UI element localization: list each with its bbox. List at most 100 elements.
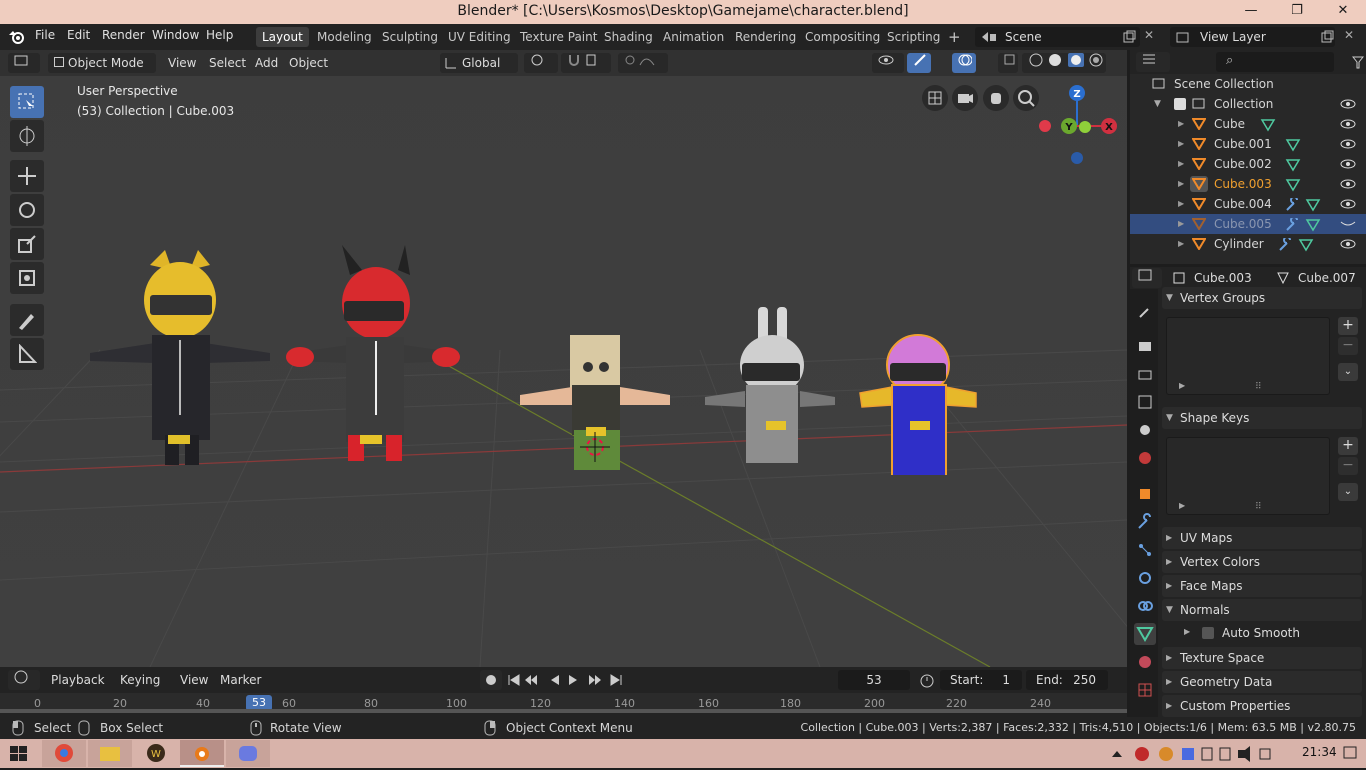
timeline-editor-type-button[interactable] [8,670,40,690]
record-button[interactable] [480,670,502,690]
outliner-item[interactable]: ▶ Cube.001 [1130,134,1366,154]
character-cat[interactable] [90,250,270,465]
tab-compositing[interactable]: Compositing [799,27,886,47]
wrench-modifier-icon[interactable] [1278,238,1292,252]
outliner-item[interactable]: ▶ Cube.004 [1130,194,1366,214]
mode-selector[interactable]: Object Mode [48,53,156,73]
eye-icon[interactable] [1340,98,1356,110]
eye-icon[interactable] [1340,138,1356,150]
viewport-menu-select[interactable]: Select [203,53,252,73]
taskbar-explorer[interactable] [88,740,132,767]
windows-start-icon[interactable] [10,746,28,762]
taskbar-discord[interactable] [226,740,270,767]
snap-button[interactable] [561,53,611,73]
timeline-menu-view[interactable]: View [174,670,214,690]
panel-normals[interactable]: ▼ Normals [1162,599,1362,621]
tool-cursor[interactable] [10,120,44,152]
minimize-button[interactable]: — [1228,0,1274,24]
outliner-item[interactable]: ▶ Cube.002 [1130,154,1366,174]
viewport-menu-view[interactable]: View [162,53,202,73]
tab-modeling[interactable]: Modeling [311,27,378,47]
eye-icon[interactable] [1340,158,1356,170]
navigation-gizmo[interactable]: Z Y X [1035,82,1121,168]
tab-physics[interactable] [1134,567,1156,589]
wrench-modifier-icon[interactable] [1285,218,1299,232]
menu-render[interactable]: Render [102,28,145,42]
scene-selector[interactable]: Scene [975,27,1140,47]
gizmo-toggle-button[interactable] [907,53,931,73]
menu-window[interactable]: Window [152,28,199,42]
panel-geometry-data[interactable]: ▶ Geometry Data [1162,671,1362,693]
panel-custom-properties[interactable]: ▶ Custom Properties [1162,695,1362,717]
taskbar-app[interactable]: W [134,740,178,767]
outliner-item[interactable]: ▶ Cylinder [1130,234,1366,254]
eye-icon[interactable] [1340,198,1356,210]
collection-expand-icon[interactable]: ▼ [1154,94,1161,114]
tab-mesh-data[interactable] [1134,623,1156,645]
viewport-menu-add[interactable]: Add [249,53,284,73]
eye-icon[interactable] [1340,118,1356,130]
taskbar-chrome[interactable] [42,740,86,767]
tool-transform[interactable] [10,262,44,294]
toggle-ortho-button[interactable] [922,85,948,111]
tab-scripting[interactable]: Scripting [881,27,946,47]
tool-annotate[interactable] [10,304,44,336]
eye-closed-icon[interactable] [1340,218,1356,230]
tool-scale[interactable] [10,228,44,260]
outliner-item-selected[interactable]: ▶ Cube.005 [1130,214,1366,234]
close-scene-icon[interactable]: ✕ [1144,28,1154,42]
new-scene-icon[interactable] [1122,30,1136,44]
mesh-data-icon[interactable] [1305,218,1321,232]
panel-texture-space[interactable]: ▶ Texture Space [1162,647,1362,669]
camera-view-button[interactable] [952,85,978,111]
mesh-data-icon[interactable] [1298,238,1314,252]
remove-shape-key-button[interactable]: − [1338,457,1358,475]
outliner-item-active[interactable]: ▶ Cube.003 [1130,174,1366,194]
taskbar-blender[interactable] [180,740,224,767]
vertex-groups-list[interactable]: ▶ ⠿ [1166,317,1330,395]
character-models[interactable] [80,245,990,475]
properties-editor-type-button[interactable] [1132,268,1162,288]
timeline-menu-keying[interactable]: Keying [114,670,166,690]
end-frame-field[interactable]: End: 250 [1026,670,1108,690]
expand-icon[interactable]: ▶ [1178,194,1184,214]
remove-vertex-group-button[interactable]: − [1338,337,1358,355]
menu-file[interactable]: File [35,28,55,42]
pivot-point-button[interactable] [524,53,558,73]
menu-help[interactable]: Help [206,28,233,42]
mesh-data-icon[interactable] [1305,198,1321,212]
add-workspace-button[interactable]: + [942,27,967,47]
tab-object[interactable] [1134,483,1156,505]
notifications-icon[interactable] [1342,745,1358,761]
panel-shape-keys[interactable]: ▼ Shape Keys [1162,407,1362,429]
eye-icon[interactable] [1340,178,1356,190]
timeline-scrollbar[interactable] [0,709,1127,713]
outliner-search[interactable] [1216,52,1334,72]
add-shape-key-button[interactable]: + [1338,437,1358,455]
filter-icon[interactable] [1352,56,1364,70]
tab-shading[interactable]: Shading [598,27,659,47]
list-expand-icon[interactable]: ▶ [1179,381,1185,390]
tab-modifiers[interactable] [1134,511,1156,533]
outliner-collection[interactable]: ▼ Collection [1130,94,1366,114]
3d-cursor-icon[interactable] [580,432,610,462]
tab-tool[interactable] [1134,301,1156,323]
tab-texture-paint[interactable]: Texture Paint [514,27,603,47]
tab-scene[interactable] [1134,419,1156,441]
add-vertex-group-button[interactable]: + [1338,317,1358,335]
visibility-selector[interactable] [872,53,904,73]
tab-uv-editing[interactable]: UV Editing [442,27,517,47]
tab-layout[interactable]: Layout [256,27,309,47]
xray-toggle-button[interactable] [998,53,1018,73]
character-bunny[interactable] [705,307,835,463]
tab-particles[interactable] [1134,539,1156,561]
close-button[interactable]: ✕ [1320,0,1366,24]
wrench-modifier-icon[interactable] [1285,198,1299,212]
panel-vertex-colors[interactable]: ▶ Vertex Colors [1162,551,1362,573]
tab-render[interactable] [1134,335,1156,357]
outliner-item[interactable]: ▶ Cube [1130,114,1366,134]
mesh-data-icon[interactable] [1285,138,1301,152]
viewport-menu-object[interactable]: Object [283,53,334,73]
expand-icon[interactable]: ▶ [1178,234,1184,254]
tool-move[interactable] [10,160,44,192]
